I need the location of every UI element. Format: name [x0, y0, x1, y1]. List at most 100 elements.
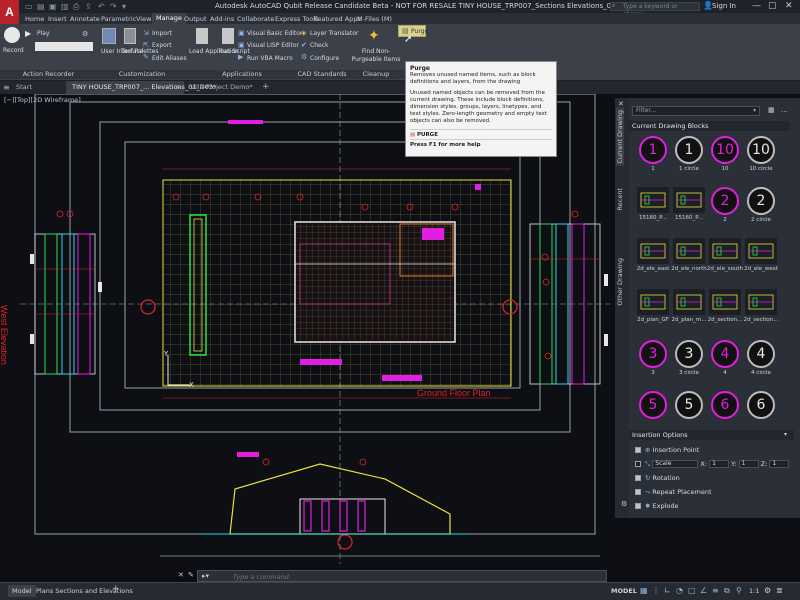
print-icon[interactable]: ⎙	[73, 2, 79, 12]
maximize-icon[interactable]: ▢	[768, 1, 777, 11]
block-item[interactable]: 6	[705, 391, 745, 421]
user-interface-icon[interactable]	[102, 28, 116, 44]
view-grid-icon[interactable]: ▦	[768, 106, 775, 114]
minimize-icon[interactable]: —	[752, 1, 761, 11]
block-item[interactable]: 15160_P...	[633, 187, 673, 221]
insertion-point-checkbox[interactable]	[635, 447, 641, 453]
insertion-point-option[interactable]: ⊕ Insertion Point	[635, 446, 699, 454]
command-input[interactable]	[233, 572, 593, 581]
block-item[interactable]: 10 10 circle	[741, 136, 781, 172]
browse-icon[interactable]: …	[781, 106, 788, 114]
block-item[interactable]: 2d_section...	[741, 289, 781, 323]
block-item[interactable]: 15160_P...	[669, 187, 709, 221]
block-item[interactable]: 2d_plan_m...	[669, 289, 709, 323]
find-non-purgeable-button[interactable]: Find Non-Purgeable Items	[348, 48, 404, 64]
block-item[interactable]: 2d_ele_west	[741, 238, 781, 272]
panel-cleanup[interactable]: Cleanup	[347, 70, 405, 79]
rotation-option[interactable]: ↻ Rotation	[635, 474, 680, 482]
panel-cad-standards[interactable]: CAD Standards	[297, 70, 347, 79]
block-filter-input[interactable]: Filter...	[632, 106, 760, 116]
z-field[interactable]: 1	[769, 460, 790, 468]
command-wrench-icon[interactable]: ✎	[188, 571, 194, 579]
configure-button[interactable]: Configure	[310, 55, 339, 62]
new-icon[interactable]: ▭	[25, 2, 33, 11]
edit-aliases-button[interactable]: Edit Aliases	[152, 55, 187, 62]
layer-translator-button[interactable]: Layer Translator	[310, 30, 358, 37]
block-item[interactable]: 1 1 circle	[669, 136, 709, 172]
block-item[interactable]: 11	[633, 136, 673, 172]
run-vba-macro-button[interactable]: Run VBA Macro	[247, 55, 293, 62]
tab-start[interactable]: Start	[10, 81, 38, 94]
scale-option[interactable]: ⤡ Scale X: 1 Y: 1 Z: 1	[635, 460, 790, 469]
explode-checkbox[interactable]	[635, 503, 641, 509]
tab-manage[interactable]: Manage	[152, 13, 186, 24]
tab-tiny-house-drawing[interactable]: TINY HOUSE_TRP007_... Elevations_01_D03*	[66, 81, 216, 94]
visual-lisp-editor-button[interactable]: Visual LISP Editor	[247, 42, 299, 49]
block-item[interactable]: 10 10	[705, 136, 745, 172]
block-item[interactable]: 5	[633, 391, 673, 421]
block-item[interactable]: 2d_ele_east	[633, 238, 673, 272]
grid-icon[interactable]: ▦	[640, 586, 650, 596]
record-icon[interactable]	[4, 27, 20, 43]
block-item[interactable]: 2d_ele_south	[705, 238, 745, 272]
tab-home[interactable]: Home	[25, 15, 44, 23]
panel-customization[interactable]: Customization	[97, 70, 187, 79]
command-line[interactable]: ▸▾	[197, 570, 607, 582]
model-space-button[interactable]: MODEL	[607, 585, 641, 597]
osnap-icon[interactable]: □	[688, 586, 698, 596]
tab-m-files[interactable]: M-Files (M)	[357, 15, 392, 23]
panel-action-recorder[interactable]: Action Recorder	[0, 70, 97, 79]
annotation-scale[interactable]: 1:1	[745, 585, 763, 597]
tab-recent[interactable]: Recent	[616, 188, 624, 210]
share-icon[interactable]: ⇪	[85, 2, 92, 11]
tab-parametric[interactable]: Parametric	[101, 15, 136, 23]
explode-option[interactable]: ✸ Explode	[635, 502, 679, 510]
insertion-options-header[interactable]: Insertion Options	[629, 430, 794, 440]
command-close-icon[interactable]: ✕	[178, 571, 184, 579]
tab-view[interactable]: View	[136, 15, 151, 23]
tab-annotate[interactable]: Annotate	[70, 15, 100, 23]
qat-dropdown-icon[interactable]: ▾	[122, 2, 126, 11]
filter-dropdown-icon[interactable]: ▾	[753, 107, 756, 114]
tab-output[interactable]: Output	[184, 15, 207, 23]
block-item[interactable]: 2d_section...	[705, 289, 745, 323]
options-icon[interactable]: ⚙	[82, 30, 88, 38]
menu-icon[interactable]: ≡	[3, 83, 10, 92]
visual-basic-editor-button[interactable]: Visual Basic Editor	[247, 30, 302, 37]
scale-checkbox[interactable]	[635, 461, 641, 467]
customization-icon[interactable]: ≣	[776, 586, 786, 596]
polar-icon[interactable]: ◔	[676, 586, 686, 596]
tool-palettes-icon[interactable]	[124, 28, 136, 44]
block-item[interactable]: 2 2 circle	[741, 187, 781, 223]
undo-icon[interactable]: ↶	[98, 2, 105, 11]
rotation-checkbox[interactable]	[635, 475, 641, 481]
tab-express-tools[interactable]: Express Tools	[275, 15, 318, 23]
block-item[interactable]: 44	[705, 340, 745, 376]
repeat-placement-option[interactable]: ⤳ Repeat Placement	[635, 488, 712, 497]
run-script-button[interactable]: Run Script	[219, 48, 250, 55]
block-item[interactable]: 2d_plan_GF	[633, 289, 673, 323]
close-tab-icon[interactable]: ✕	[176, 84, 181, 91]
application-menu-button[interactable]: A	[0, 0, 19, 24]
block-item[interactable]: 3 3 circle	[669, 340, 709, 376]
load-application-button[interactable]: Load Application	[189, 48, 239, 55]
block-item[interactable]: 4 4 circle	[741, 340, 781, 376]
macro-dropdown[interactable]	[35, 42, 93, 51]
block-item[interactable]: 6	[741, 391, 781, 421]
collapse-icon[interactable]: ▾	[784, 431, 787, 438]
block-item[interactable]: 2d_ele_north	[669, 238, 709, 272]
play-button[interactable]: Play	[37, 30, 50, 37]
scale-dropdown[interactable]: Scale	[652, 460, 699, 468]
settings-icon[interactable]: ⚙	[764, 586, 774, 596]
play-icon[interactable]: ▶	[25, 29, 31, 38]
selection-cycling-icon[interactable]: ⧉	[724, 586, 734, 596]
snap-icon[interactable]: ⋮	[652, 586, 662, 596]
x-field[interactable]: 1	[709, 460, 730, 468]
block-item[interactable]: 22	[705, 187, 745, 223]
block-item[interactable]: 33	[633, 340, 673, 376]
close-icon[interactable]: ✕	[785, 1, 793, 11]
ortho-icon[interactable]: ∟	[664, 586, 674, 596]
import-button[interactable]: Import	[152, 30, 172, 37]
tab-other-drawing[interactable]: Other Drawing	[616, 258, 624, 306]
y-field[interactable]: 1	[738, 460, 759, 468]
